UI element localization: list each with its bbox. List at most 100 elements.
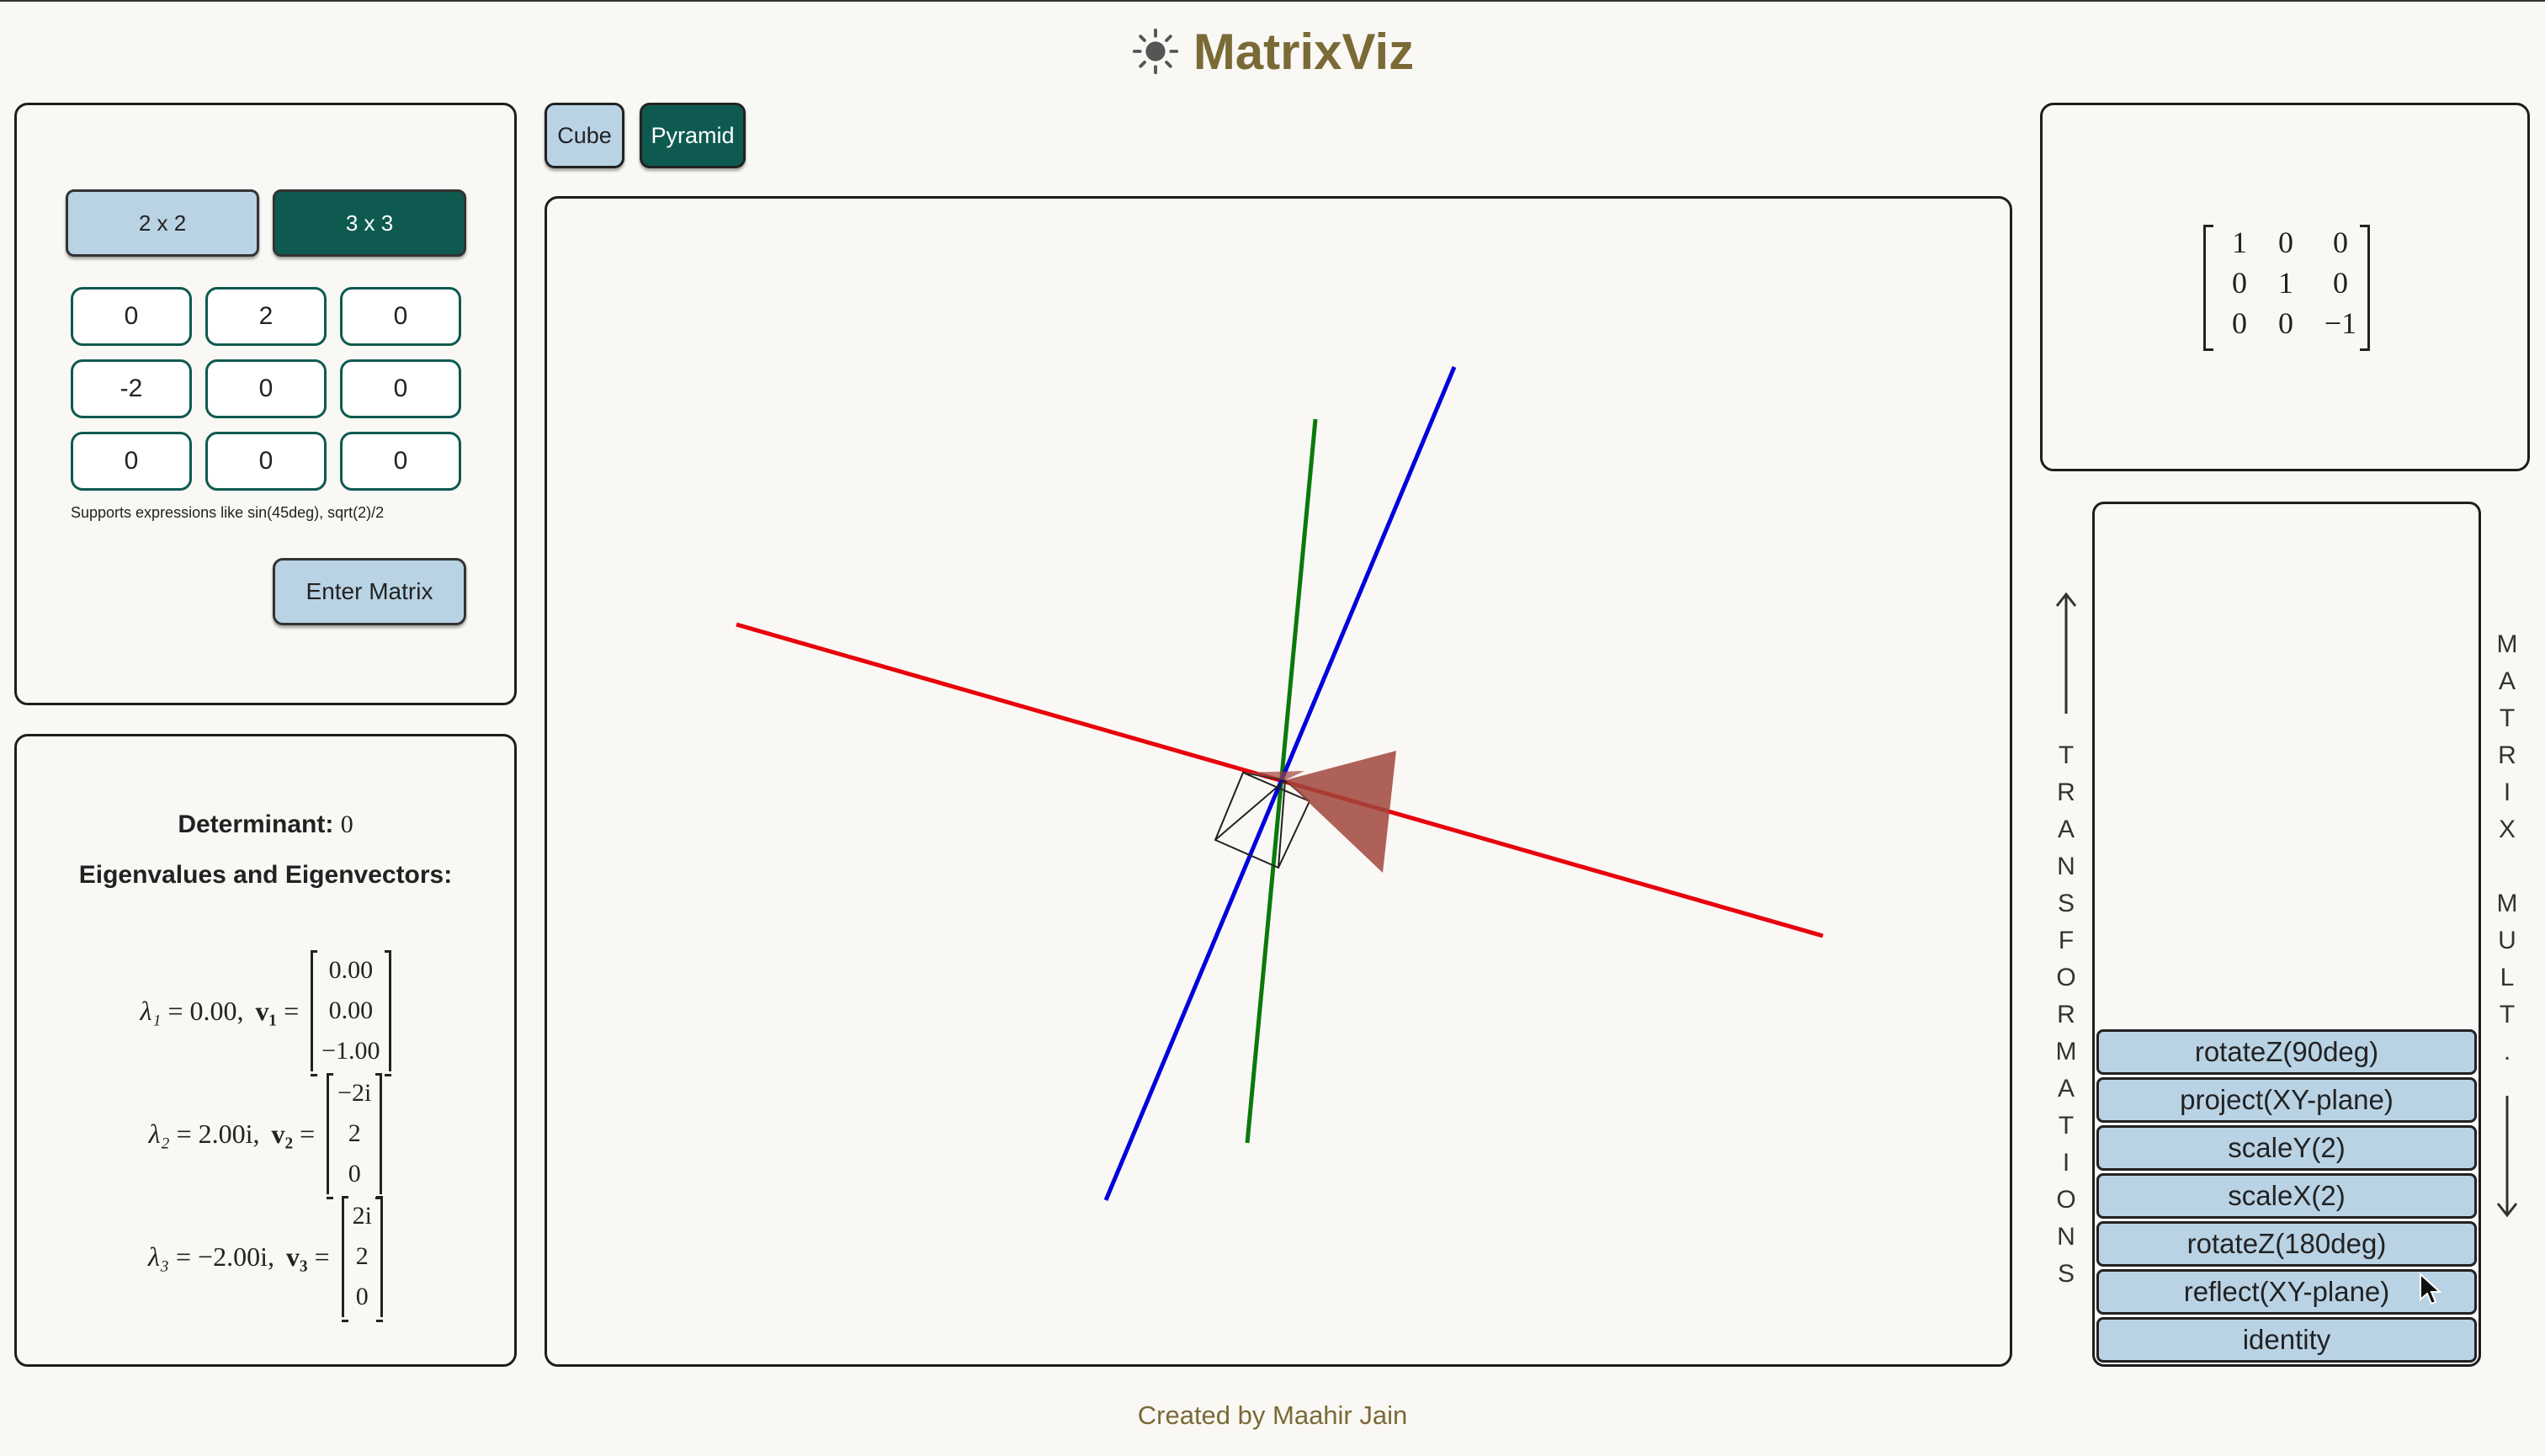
label-letter: A [2057, 1075, 2075, 1103]
transformation-stack: rotateZ(90deg) project(XY-plane) scaleY(… [2092, 502, 2481, 1367]
size-2x2-button[interactable]: 2 x 2 [66, 189, 259, 257]
matrix-entry: 1 [2232, 226, 2247, 259]
3d-viewport[interactable] [545, 196, 2012, 1367]
arrow-up-icon [2055, 592, 2077, 714]
label-letter: U [2498, 927, 2516, 954]
stack-item[interactable]: rotateZ(180deg) [2096, 1221, 2477, 1267]
label-letter: T [2499, 704, 2516, 732]
matrix-cell-2-2[interactable] [205, 359, 327, 418]
label-letter: N [2057, 1223, 2075, 1251]
matrix-bracket-right [2360, 225, 2370, 351]
matrix-input-panel: 2 x 2 3 x 3 Supports expressions like si… [14, 103, 517, 705]
eigen-row: λ₁ = 0.00, v₁ = 0.00 0.00 −1.00 [17, 950, 514, 1076]
matrix-cell-2-3[interactable] [340, 359, 461, 418]
stack-item[interactable]: project(XY-plane) [2096, 1077, 2477, 1123]
label-letter: X [2498, 816, 2516, 843]
vector-entry: 2 [348, 1119, 361, 1147]
matrix-entry: 0 [2278, 306, 2293, 340]
vector-entry: 0 [355, 1283, 369, 1310]
eigenvector-symbol: v₂ [271, 1118, 294, 1149]
matrix-entry: 1 [2278, 266, 2293, 300]
expression-hint: Supports expressions like sin(45deg), sq… [71, 504, 385, 521]
size-3x3-button[interactable]: 3 x 3 [273, 189, 466, 257]
matrix-cell-1-1[interactable] [71, 287, 192, 346]
matrix-entry: 0 [2232, 266, 2247, 300]
label-letter: M [2496, 630, 2518, 658]
eigenvalue-symbol: λ₁ [140, 995, 162, 1026]
matrix-cell-1-3[interactable] [340, 287, 461, 346]
matrix-cell-3-3[interactable] [340, 432, 461, 491]
matrix-info-panel: Determinant: 0 Eigenvalues and Eigenvect… [14, 734, 517, 1367]
matrix-mult-label: MATRIX MULT. [2495, 626, 2520, 1071]
vector-entry: 2i [352, 1202, 372, 1230]
determinant-value: 0 [340, 810, 353, 838]
window-top-border [0, 0, 2545, 2]
eigen-heading: Eigenvalues and Eigenvectors: [78, 861, 453, 889]
scene-canvas[interactable] [547, 199, 2010, 1364]
label-letter: A [2057, 816, 2075, 843]
stack-item[interactable]: scaleX(2) [2096, 1173, 2477, 1219]
label-letter: M [2055, 1038, 2077, 1065]
stack-item[interactable]: scaleY(2) [2096, 1125, 2477, 1171]
eigenvector: −2i 2 0 [327, 1073, 383, 1199]
label-letter: . [2503, 1038, 2511, 1065]
app-title: MatrixViz [1193, 23, 1415, 80]
determinant: Determinant: 0 [17, 810, 514, 839]
label-letter: T [2058, 1112, 2075, 1140]
eigenvalue: = 2.00i, [176, 1118, 260, 1149]
matrix-cell-1-2[interactable] [205, 287, 327, 346]
stack-item[interactable]: identity [2096, 1317, 2477, 1363]
matrix-entry: 0 [2232, 306, 2247, 340]
vector-entry: 2 [355, 1242, 369, 1270]
mouse-cursor-icon [2420, 1273, 2442, 1305]
label-letter: F [2058, 927, 2075, 954]
pyramid-button[interactable]: Pyramid [640, 103, 746, 168]
pyramid-shape [1285, 751, 1396, 873]
eigen-row: λ₃ = −2.00i, v₃ = 2i 2 0 [17, 1196, 514, 1322]
label-letter: O [2056, 1186, 2076, 1214]
cube-button[interactable]: Cube [545, 103, 624, 168]
label-letter [2504, 848, 2510, 885]
eigenvalue-symbol: λ₂ [148, 1118, 170, 1149]
stack-item[interactable]: rotateZ(90deg) [2096, 1029, 2477, 1075]
label-letter: O [2056, 964, 2076, 991]
label-letter: S [2057, 890, 2075, 917]
label-letter: I [2062, 1149, 2070, 1177]
label-letter: T [2499, 1001, 2516, 1028]
vector-entry: 0 [348, 1160, 361, 1188]
label-letter: N [2057, 853, 2075, 880]
enter-matrix-button[interactable]: Enter Matrix [273, 558, 466, 625]
label-letter: R [2057, 1001, 2075, 1028]
label-letter: A [2498, 667, 2516, 695]
header: MatrixViz [0, 19, 2545, 84]
label-letter: S [2057, 1260, 2075, 1288]
matrix-cell-3-2[interactable] [205, 432, 327, 491]
eigenvalue-symbol: λ₃ [148, 1241, 169, 1272]
label-letter: R [2057, 778, 2075, 806]
determinant-label: Determinant: [178, 810, 334, 838]
eigenvector-symbol: v₁ [255, 995, 278, 1026]
footer-credit: Created by Maahir Jain [1137, 1400, 1408, 1430]
label-letter: R [2498, 741, 2516, 769]
vector-entry: 0.00 [328, 996, 374, 1024]
eigenvalue: = −2.00i, [176, 1241, 274, 1272]
transformations-label: TRANSFORMATIONS [2054, 737, 2079, 1293]
matrix-cell-3-1[interactable] [71, 432, 192, 491]
arrow-down-icon [2496, 1096, 2518, 1218]
label-letter: L [2500, 964, 2515, 991]
sun-icon[interactable] [1131, 27, 1180, 76]
matrix-entry: 0 [2278, 226, 2293, 259]
eigenvalue: = 0.00, [167, 995, 244, 1026]
eigenvector: 2i 2 0 [341, 1196, 384, 1322]
eigenvector-symbol: v₃ [285, 1241, 308, 1272]
matrix-cell-2-1[interactable] [71, 359, 192, 418]
current-matrix: 1 0 0 0 1 0 0 0 −1 [2208, 225, 2380, 341]
label-letter: M [2496, 890, 2518, 917]
eigen-row: λ₂ = 2.00i, v₂ = −2i 2 0 [17, 1073, 514, 1199]
vector-entry: −1.00 [321, 1037, 380, 1065]
label-letter: T [2058, 741, 2075, 769]
current-matrix-panel: 1 0 0 0 1 0 0 0 −1 [2040, 103, 2530, 471]
vector-entry: 0.00 [328, 956, 374, 984]
vector-entry: −2i [337, 1079, 372, 1107]
label-letter: I [2503, 778, 2511, 806]
